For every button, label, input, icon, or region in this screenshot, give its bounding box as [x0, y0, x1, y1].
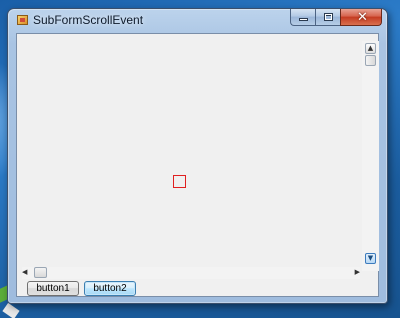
maximize-button[interactable]	[315, 9, 340, 26]
red-square-control	[173, 175, 186, 188]
maximize-icon	[324, 13, 333, 21]
button2[interactable]: button2	[84, 281, 136, 296]
scroll-right-button[interactable]: ▶	[355, 268, 360, 276]
vertical-scroll-thumb[interactable]	[365, 55, 376, 66]
caption-buttons: ✕	[290, 9, 382, 26]
desktop-background: SubFormScrollEvent ✕ ▲ ▼ ◀ ▶ button1 but…	[0, 0, 400, 318]
vertical-scrollbar[interactable]: ▲ ▼	[362, 41, 379, 271]
scrollable-panel[interactable]	[18, 39, 371, 275]
close-icon: ✕	[357, 10, 368, 25]
close-button[interactable]: ✕	[340, 9, 382, 26]
arrow-up-icon: ▲	[367, 44, 374, 52]
horizontal-scrollbar[interactable]: ◀ ▶	[22, 267, 360, 279]
app-icon[interactable]	[17, 15, 28, 25]
arrow-down-icon: ▼	[367, 254, 374, 262]
scroll-down-button[interactable]: ▼	[365, 253, 376, 264]
button1[interactable]: button1	[27, 281, 79, 296]
scroll-left-button[interactable]: ◀	[22, 268, 27, 276]
minimize-button[interactable]	[290, 9, 315, 26]
window-title: SubFormScrollEvent	[33, 13, 144, 27]
minimize-icon	[299, 18, 308, 21]
title-bar[interactable]: SubFormScrollEvent ✕	[8, 9, 387, 31]
app-window: SubFormScrollEvent ✕ ▲ ▼ ◀ ▶ button1 but…	[7, 8, 388, 304]
scroll-up-button[interactable]: ▲	[365, 43, 376, 54]
form-client-area: ▲ ▼ ◀ ▶ button1 button2	[16, 33, 379, 297]
horizontal-scroll-thumb[interactable]	[34, 267, 47, 278]
